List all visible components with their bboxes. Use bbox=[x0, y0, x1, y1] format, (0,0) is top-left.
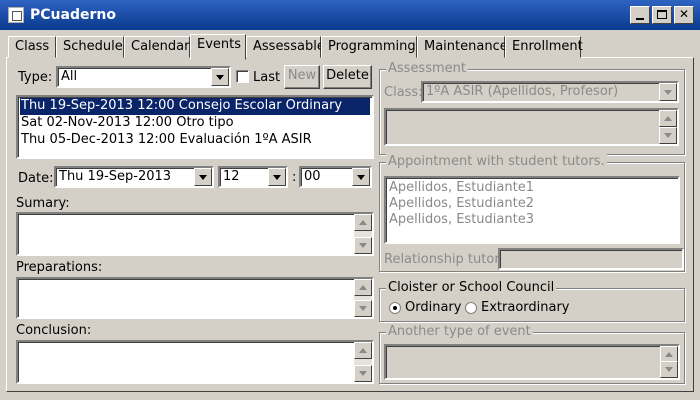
hour-combobox[interactable]: 12 bbox=[218, 166, 288, 188]
extraordinary-radio[interactable] bbox=[465, 302, 477, 314]
type-label: Type: bbox=[18, 70, 53, 85]
summary-textarea[interactable] bbox=[16, 212, 374, 256]
tab-maintenance[interactable]: Maintenance bbox=[417, 36, 508, 58]
class-value: 1ºA ASIR (Apellidos, Profesor) bbox=[426, 84, 619, 99]
another-event-title: Another type of event bbox=[386, 324, 533, 339]
last-checkbox[interactable] bbox=[236, 70, 249, 83]
another-event-scrollbar[interactable] bbox=[660, 346, 678, 378]
conclusion-textarea[interactable] bbox=[16, 340, 374, 384]
preparations-label: Preparations: bbox=[16, 260, 103, 275]
list-item[interactable]: Apellidos, Estudiante3 bbox=[388, 212, 534, 229]
conclusion-scrollbar[interactable] bbox=[354, 342, 372, 382]
class-combobox[interactable]: 1ºA ASIR (Apellidos, Profesor) bbox=[421, 81, 679, 103]
scroll-up-icon[interactable] bbox=[659, 110, 677, 127]
ordinary-label: Ordinary bbox=[405, 300, 462, 315]
assessment-textarea[interactable] bbox=[384, 108, 679, 146]
title-bar[interactable]: PCuaderno ✕ bbox=[0, 0, 700, 30]
close-icon: ✕ bbox=[678, 7, 690, 21]
minimize-button[interactable] bbox=[630, 6, 650, 24]
date-value: Thu 19-Sep-2013 bbox=[59, 169, 172, 184]
list-item[interactable]: Thu 19-Sep-2013 12:00 Consejo Escolar Or… bbox=[20, 98, 370, 115]
window-title: PCuaderno bbox=[30, 7, 116, 23]
chevron-down-icon[interactable] bbox=[659, 83, 677, 101]
relationship-tutor-input[interactable] bbox=[498, 248, 684, 270]
date-label: Date: bbox=[18, 171, 54, 186]
students-list[interactable]: Apellidos, Estudiante1 Apellidos, Estudi… bbox=[384, 176, 680, 244]
delete-button[interactable]: Delete bbox=[323, 65, 372, 89]
list-item[interactable]: Apellidos, Estudiante1 bbox=[388, 180, 534, 197]
maximize-icon bbox=[657, 10, 667, 19]
minimize-icon bbox=[636, 18, 644, 20]
chevron-down-icon[interactable] bbox=[352, 168, 370, 186]
tab-events[interactable]: Events bbox=[190, 34, 246, 60]
scroll-down-icon[interactable] bbox=[659, 127, 677, 144]
tab-calendar[interactable]: Calendar bbox=[124, 36, 190, 58]
close-button[interactable]: ✕ bbox=[674, 6, 694, 24]
appointment-title: Appointment with student tutors. bbox=[386, 154, 607, 169]
last-label: Last bbox=[253, 70, 281, 85]
scroll-up-icon[interactable] bbox=[354, 279, 372, 296]
conclusion-label: Conclusion: bbox=[16, 323, 92, 338]
new-button[interactable]: New bbox=[284, 65, 320, 89]
minute-combobox[interactable]: 00 bbox=[299, 166, 372, 188]
tab-assessable[interactable]: Assessable bbox=[246, 36, 325, 58]
time-separator: : bbox=[292, 170, 297, 185]
scroll-down-icon[interactable] bbox=[354, 365, 372, 382]
assessment-scrollbar[interactable] bbox=[659, 110, 677, 144]
another-event-textarea[interactable] bbox=[384, 344, 680, 380]
tab-programming[interactable]: Programming bbox=[321, 36, 417, 58]
chevron-down-icon[interactable] bbox=[268, 168, 286, 186]
tab-class[interactable]: Class bbox=[8, 36, 56, 58]
app-icon bbox=[8, 7, 24, 23]
minute-value: 00 bbox=[304, 169, 321, 184]
tab-schedule[interactable]: Schedule bbox=[56, 36, 124, 58]
list-item[interactable]: Sat 02-Nov-2013 12:00 Otro tipo bbox=[20, 115, 370, 132]
type-combobox[interactable]: All bbox=[56, 66, 231, 88]
chevron-down-icon[interactable] bbox=[211, 68, 229, 86]
scroll-down-icon[interactable] bbox=[354, 237, 372, 254]
ordinary-radio[interactable] bbox=[389, 302, 401, 314]
hour-value: 12 bbox=[223, 169, 240, 184]
scroll-up-icon[interactable] bbox=[354, 342, 372, 359]
scroll-up-icon[interactable] bbox=[354, 214, 372, 231]
summary-scrollbar[interactable] bbox=[354, 214, 372, 254]
maximize-button[interactable] bbox=[652, 6, 672, 24]
extraordinary-label: Extraordinary bbox=[481, 300, 570, 315]
tab-enrollment[interactable]: Enrollment bbox=[505, 36, 583, 58]
assessment-title: Assessment bbox=[386, 61, 468, 76]
list-item[interactable]: Apellidos, Estudiante2 bbox=[388, 196, 534, 213]
relationship-tutor-label: Relationship tutor: bbox=[384, 252, 504, 267]
date-combobox[interactable]: Thu 19-Sep-2013 bbox=[54, 166, 214, 188]
class-label: Class: bbox=[384, 85, 423, 100]
events-list[interactable]: Thu 19-Sep-2013 12:00 Consejo Escolar Or… bbox=[16, 95, 374, 159]
preparations-textarea[interactable] bbox=[16, 277, 374, 319]
summary-label: Sumary: bbox=[16, 196, 70, 211]
scroll-down-icon[interactable] bbox=[660, 361, 678, 378]
type-value: All bbox=[61, 69, 78, 84]
cloister-title: Cloister or School Council bbox=[386, 280, 557, 295]
preparations-scrollbar[interactable] bbox=[354, 279, 372, 317]
chevron-down-icon[interactable] bbox=[194, 168, 212, 186]
list-item[interactable]: Thu 05-Dec-2013 12:00 Evaluación 1ºA ASI… bbox=[20, 132, 370, 149]
scroll-down-icon[interactable] bbox=[354, 300, 372, 317]
